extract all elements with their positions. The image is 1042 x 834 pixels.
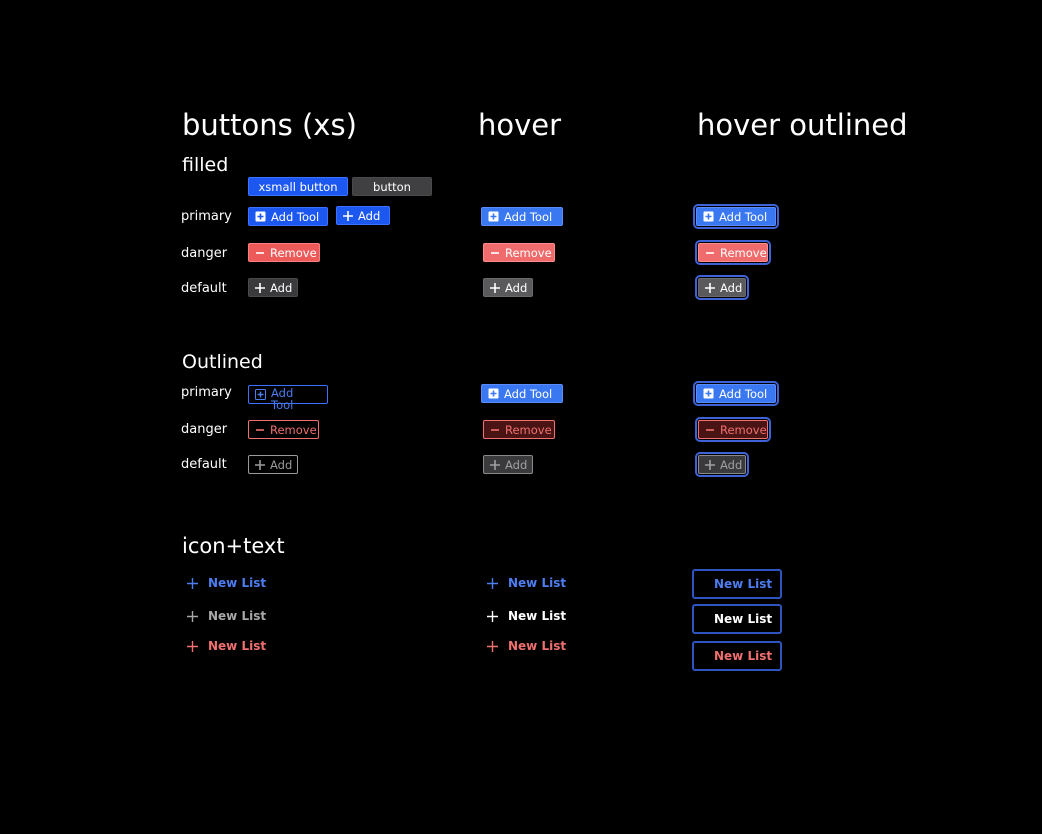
plus-icon xyxy=(187,577,198,589)
outlined-primary-label: primary xyxy=(181,385,232,400)
button-label: New List xyxy=(208,609,267,623)
filled-primary-add-tool-button[interactable]: Add Tool xyxy=(248,207,328,226)
hover-outlined-primary-add-tool-button[interactable]: Add Tool xyxy=(693,204,779,229)
button-label: Add xyxy=(720,457,743,472)
plus-icon xyxy=(187,610,198,622)
minus-icon xyxy=(705,425,715,435)
plus-icon xyxy=(490,282,500,293)
icon-text-primary-new-list-button[interactable]: New List xyxy=(187,576,266,590)
size-button[interactable]: button xyxy=(352,177,432,196)
button-label: Add Tool xyxy=(719,209,768,224)
hover-outlined-column-title: hover outlined xyxy=(697,108,908,142)
hover-danger-remove-button[interactable]: Remove xyxy=(483,243,555,262)
button-label: New List xyxy=(508,609,567,623)
button-label: Remove xyxy=(505,245,552,260)
outlined-default-add-button[interactable]: Add xyxy=(248,455,298,474)
plus-icon xyxy=(487,640,498,652)
outlined-hover-default-add-button[interactable]: Add xyxy=(483,455,533,474)
button-label: Add xyxy=(270,457,293,472)
xsmall-size-label: xsmall button xyxy=(258,179,338,194)
minus-icon xyxy=(705,248,715,258)
plus-icon xyxy=(487,610,498,622)
plus-square-icon xyxy=(488,211,499,222)
filled-primary-label: primary xyxy=(181,209,232,224)
outlined-hover-danger-remove-button[interactable]: Remove xyxy=(483,420,555,439)
outlined-hover-primary-add-tool-button[interactable]: Add Tool xyxy=(481,384,563,403)
plus-square-icon xyxy=(703,211,714,222)
button-label: Add xyxy=(505,457,528,472)
plus-icon xyxy=(343,210,353,221)
plus-icon xyxy=(705,459,715,470)
icon-text-hover-outlined-default-new-list-button[interactable]: New List xyxy=(692,604,782,634)
filled-danger-label: danger xyxy=(181,246,228,261)
icon-text-hover-outlined-primary-new-list-button[interactable]: New List xyxy=(692,569,782,599)
outlined-danger-label: danger xyxy=(181,422,228,437)
minus-icon xyxy=(490,248,500,258)
button-label: Remove xyxy=(720,245,767,260)
button-label: New List xyxy=(208,576,267,590)
filled-primary-add-button[interactable]: Add xyxy=(336,206,390,225)
button-label: Add Tool xyxy=(271,209,320,224)
button-label: Add Tool xyxy=(504,386,553,401)
filled-default-add-button[interactable]: Add xyxy=(248,278,298,297)
button-label: Add xyxy=(720,280,743,295)
hover-column-title: hover xyxy=(478,108,562,142)
button-label: New List xyxy=(208,639,267,653)
button-label: New List xyxy=(714,577,773,591)
filled-danger-remove-button[interactable]: Remove xyxy=(248,243,320,262)
plus-icon xyxy=(490,459,500,470)
icon-text-section-title: icon+text xyxy=(182,534,285,558)
button-label: Add xyxy=(358,208,381,223)
minus-icon xyxy=(255,248,265,258)
outlined-default-label: default xyxy=(181,457,227,472)
button-label: New List xyxy=(508,576,567,590)
button-label: New List xyxy=(714,612,773,626)
icon-text-hover-primary-new-list-button[interactable]: New List xyxy=(487,576,566,590)
plus-icon xyxy=(187,640,198,652)
plus-icon xyxy=(705,282,715,293)
button-label: Add xyxy=(505,280,528,295)
plus-square-icon xyxy=(255,211,266,222)
outlined-hover-outlined-danger-remove-button[interactable]: Remove xyxy=(695,417,771,442)
plus-square-icon xyxy=(488,388,499,399)
outlined-section-title: Outlined xyxy=(182,351,263,373)
outlined-primary-add-tool-button[interactable]: Add Tool xyxy=(248,385,328,411)
button-label: Remove xyxy=(505,422,552,437)
hover-outlined-danger-remove-button[interactable]: Remove xyxy=(695,240,771,265)
button-label: Remove xyxy=(270,422,317,437)
size-label: button xyxy=(373,179,411,194)
hover-primary-add-tool-button[interactable]: Add Tool xyxy=(481,207,563,226)
outlined-danger-remove-button[interactable]: Remove xyxy=(248,420,319,439)
button-label: New List xyxy=(714,649,773,663)
filled-default-label: default xyxy=(181,281,227,296)
button-label-line-2: Tool xyxy=(271,398,294,412)
hover-default-add-button[interactable]: Add xyxy=(483,278,533,297)
button-label: Add Tool xyxy=(719,386,768,401)
xsmall-size-button[interactable]: xsmall button xyxy=(248,177,348,196)
icon-text-hover-outlined-danger-new-list-button[interactable]: New List xyxy=(692,641,782,671)
button-label: Add Tool xyxy=(504,209,553,224)
plus-square-icon xyxy=(255,389,266,400)
icon-text-default-new-list-button[interactable]: New List xyxy=(187,609,266,623)
icon-text-hover-danger-new-list-button[interactable]: New List xyxy=(487,639,566,653)
minus-icon xyxy=(255,425,265,435)
page-title: buttons (xs) xyxy=(182,108,357,142)
outlined-hover-outlined-default-add-button[interactable]: Add xyxy=(695,452,749,477)
plus-icon xyxy=(255,459,265,470)
icon-text-hover-default-new-list-button[interactable]: New List xyxy=(487,609,566,623)
button-label: Add xyxy=(270,280,293,295)
button-label: New List xyxy=(508,639,567,653)
button-label: Remove xyxy=(270,245,317,260)
button-label: Remove xyxy=(720,422,767,437)
button-label: Add Tool xyxy=(271,387,293,411)
plus-icon xyxy=(487,577,498,589)
filled-section-title: filled xyxy=(182,154,229,176)
hover-outlined-default-add-button[interactable]: Add xyxy=(695,275,749,300)
minus-icon xyxy=(490,425,500,435)
plus-square-icon xyxy=(703,388,714,399)
icon-text-danger-new-list-button[interactable]: New List xyxy=(187,639,266,653)
outlined-hover-outlined-primary-add-tool-button[interactable]: Add Tool xyxy=(693,381,779,406)
plus-icon xyxy=(255,282,265,293)
